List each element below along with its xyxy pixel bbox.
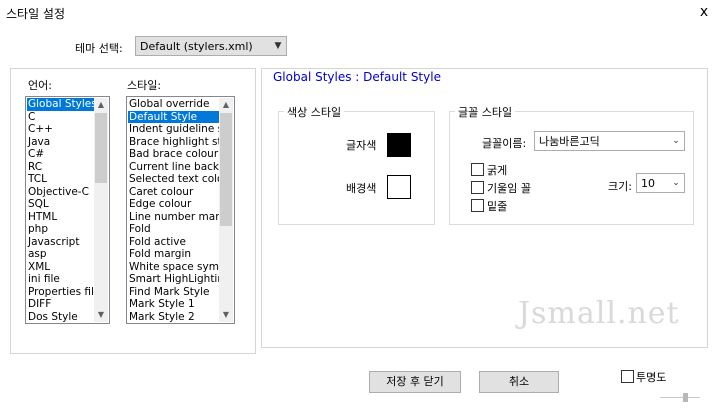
list-item[interactable]: HTML [27, 211, 94, 224]
list-item[interactable]: C++ [27, 123, 94, 136]
list-item[interactable]: asp [27, 248, 94, 261]
list-item[interactable]: Caret colour [128, 186, 219, 199]
size-label: 크기: [608, 180, 632, 193]
list-item[interactable]: C# [27, 148, 94, 161]
scroll-thumb[interactable] [95, 113, 107, 183]
underline-label: 밑줄 [487, 200, 508, 213]
style-label: 스타일: [127, 79, 162, 92]
font-name-value: 나눔바른고딕 [539, 135, 600, 148]
list-item[interactable]: Fold [128, 223, 219, 236]
underline-checkbox[interactable] [471, 199, 484, 212]
list-item[interactable]: Smart HighLighting [128, 273, 219, 286]
font-name-select[interactable]: 나눔바른고딕 ⌄ [534, 131, 685, 151]
chevron-down-icon: ▼ [274, 41, 282, 51]
list-item[interactable]: SQL [27, 198, 94, 211]
list-item[interactable]: Default Style [128, 110, 219, 123]
font-style-legend: 글꼴 스타일 [455, 104, 516, 120]
list-item[interactable]: RC [27, 161, 94, 174]
bold-label: 굵게 [487, 164, 508, 177]
list-item[interactable]: Dos Style [27, 311, 94, 323]
list-item[interactable]: White space symbol [128, 261, 219, 274]
list-item[interactable]: Mark Style 2 [128, 311, 219, 323]
transparency-slider[interactable] [660, 397, 700, 400]
theme-select-value: Default (stylers.xml) [140, 39, 253, 53]
window-title: 스타일 설정 [6, 7, 66, 21]
scroll-up-icon[interactable]: ▲ [219, 98, 233, 112]
list-item[interactable]: Current line background colour [128, 161, 219, 174]
list-item[interactable]: Fold active [128, 236, 219, 249]
list-item[interactable]: XML [27, 261, 94, 274]
foreground-color-swatch[interactable] [387, 133, 411, 157]
list-item[interactable]: Fold margin [128, 248, 219, 261]
size-select[interactable]: 10 ⌄ [636, 173, 685, 193]
theme-label: 테마 선택: [75, 42, 123, 55]
list-item[interactable]: Find Mark Style [128, 286, 219, 299]
list-item[interactable]: Global Styles [27, 98, 94, 111]
scroll-down-icon[interactable]: ▼ [219, 308, 233, 322]
language-label: 언어: [28, 79, 52, 92]
transparency-checkbox[interactable] [621, 370, 634, 383]
chevron-down-icon: ⌄ [672, 178, 680, 188]
list-item[interactable]: Objective-C [27, 186, 94, 199]
language-list-scrollbar[interactable]: ▲ ▼ [94, 98, 108, 322]
list-item[interactable]: php [27, 223, 94, 236]
list-item[interactable]: Properties file [27, 286, 94, 299]
theme-select[interactable]: Default (stylers.xml) ▼ [135, 36, 287, 56]
style-panel-heading: Global Styles : Default Style [273, 70, 441, 84]
list-item[interactable]: Brace highlight style [128, 136, 219, 149]
list-item[interactable]: Global override [128, 98, 219, 111]
background-color-label: 배경색 [346, 182, 377, 195]
scroll-thumb[interactable] [220, 113, 232, 226]
list-item[interactable]: Line number margin [128, 211, 219, 224]
language-list[interactable]: Global Styles C C++ Java C# RC TCL Objective-C S… [25, 96, 110, 324]
list-item[interactable]: Javascript [27, 236, 94, 249]
list-item[interactable]: Indent guideline style [128, 123, 219, 136]
list-item[interactable]: Edge colour [128, 198, 219, 211]
scroll-down-icon[interactable]: ▼ [94, 308, 108, 322]
style-list[interactable]: Global override Default Style Indent guide… [126, 96, 235, 324]
language-list-items: Global Styles C C++ Java C# RC TCL Objective-C S… [27, 98, 94, 322]
transparency-label: 투명도 [636, 371, 667, 384]
list-item[interactable]: Java [27, 136, 94, 149]
italic-checkbox[interactable] [471, 181, 484, 194]
close-button[interactable]: x [693, 3, 715, 21]
watermark: Jsmall.net [518, 296, 680, 331]
font-name-label: 글꼴이름: [482, 137, 527, 150]
list-item[interactable]: Mark Style 1 [128, 298, 219, 311]
list-item[interactable]: Bad brace colour [128, 148, 219, 161]
list-item[interactable]: C [27, 111, 94, 124]
style-list-scrollbar[interactable]: ▲ ▼ [219, 98, 233, 322]
foreground-color-label: 글자색 [346, 139, 377, 152]
font-style-group [449, 111, 694, 225]
chevron-down-icon: ⌄ [672, 136, 680, 146]
list-item[interactable]: TCL [27, 173, 94, 186]
cancel-button[interactable]: 취소 [479, 371, 559, 393]
scroll-up-icon[interactable]: ▲ [94, 98, 108, 112]
save-close-button[interactable]: 저장 후 닫기 [369, 371, 461, 393]
list-item[interactable]: DIFF [27, 298, 94, 311]
background-color-swatch[interactable] [387, 175, 411, 199]
size-value: 10 [641, 176, 655, 190]
color-style-legend: 색상 스타일 [284, 104, 345, 120]
list-item[interactable]: ini file [27, 273, 94, 286]
italic-label: 기울임 꼴 [487, 182, 531, 195]
transparency-slider-thumb[interactable] [683, 393, 688, 402]
color-style-group [278, 111, 435, 225]
bold-checkbox[interactable] [471, 163, 484, 176]
list-item[interactable]: Selected text colour [128, 173, 219, 186]
style-list-items: Global override Default Style Indent guide… [128, 98, 219, 322]
